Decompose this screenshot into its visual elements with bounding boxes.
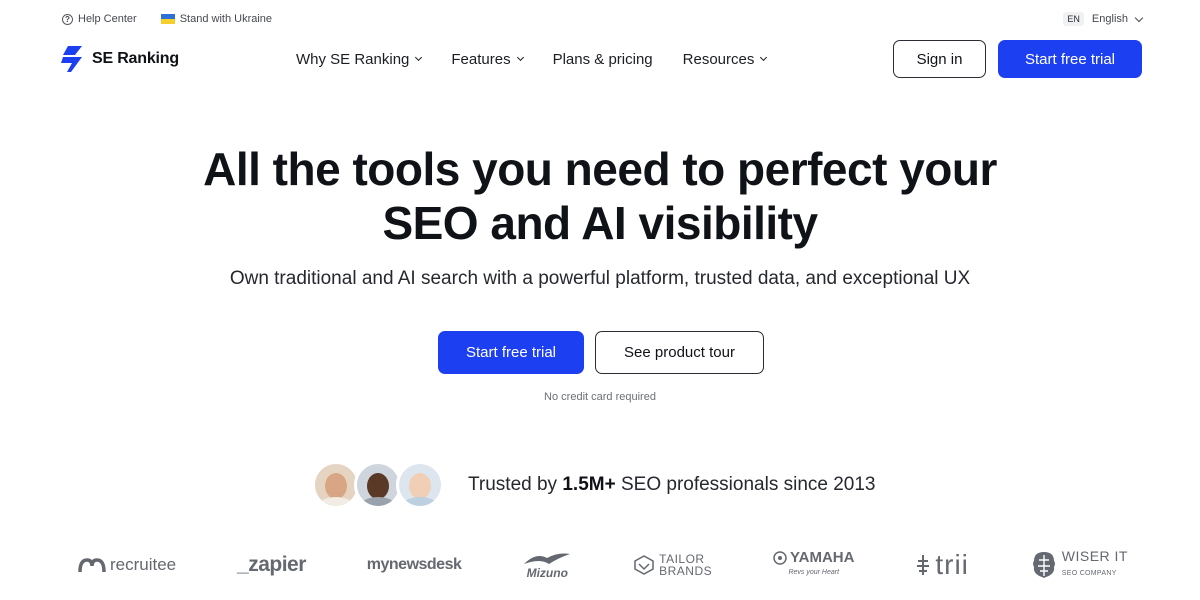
nav-label: Resources <box>682 50 755 68</box>
sign-in-button[interactable]: Sign in <box>893 40 986 78</box>
chevron-down-icon <box>760 53 768 62</box>
see-product-tour-button[interactable]: See product tour <box>595 331 764 374</box>
hero-start-free-trial-button[interactable]: Start free trial <box>438 331 584 374</box>
language-selector[interactable]: EN English <box>1063 12 1144 26</box>
nav-plans-pricing[interactable]: Plans & pricing <box>553 51 653 68</box>
chevron-down-icon <box>1134 13 1144 22</box>
brand-name: SE Ranking <box>92 50 179 67</box>
zapier-logo: _zapier <box>237 553 306 577</box>
mizuno-logo: Mizuno <box>522 550 572 580</box>
start-free-trial-button[interactable]: Start free trial <box>998 40 1142 78</box>
tailor-label-2: BRANDS <box>659 564 713 578</box>
mizuno-label: Mizuno <box>526 566 568 580</box>
trusted-section: Trusted by 1.5M+ SEO professionals since… <box>312 461 876 509</box>
trusted-prefix: Trusted by <box>468 474 558 495</box>
hero-title: All the tools you need to perfect your S… <box>0 142 1200 250</box>
ukraine-label: Stand with Ukraine <box>179 13 273 25</box>
nav-resources[interactable]: Resources <box>682 50 768 68</box>
yamaha-tuning-fork-icon <box>773 550 787 565</box>
recruitee-label: recruitee <box>110 555 177 574</box>
hero-title-line2: SEO and AI visibility <box>382 197 818 249</box>
main-header: SE Ranking Why SE Ranking Features Plans… <box>60 40 1142 78</box>
help-center-link[interactable]: ? Help Center <box>62 13 137 25</box>
no-credit-card-note: No credit card required <box>544 391 656 403</box>
help-circle-icon: ? <box>62 13 73 25</box>
recruitee-logo: recruitee <box>78 555 176 575</box>
hero-title-line1: All the tools you need to perfect your <box>203 143 997 195</box>
wiser-sub-label: SEO COMPANY <box>1061 570 1117 577</box>
main-nav: Why SE Ranking Features Plans & pricing … <box>296 50 768 68</box>
nav-why-se-ranking[interactable]: Why SE Ranking <box>296 50 423 68</box>
utility-bar: ? Help Center Stand with Ukraine EN Engl… <box>62 10 1144 28</box>
chevron-down-icon <box>415 53 423 62</box>
language-code: EN <box>1063 12 1084 26</box>
nav-features[interactable]: Features <box>451 50 524 68</box>
yamaha-label: YAMAHA <box>790 549 855 566</box>
client-logos: recruitee _zapier mynewsdesk Mizuno TAIL… <box>78 545 1128 585</box>
nav-label: Features <box>451 50 511 68</box>
trii-tree-icon <box>917 555 930 575</box>
mynewsdesk-label: mynewsdesk <box>366 556 462 573</box>
hero-subtitle: Own traditional and AI search with a pow… <box>229 268 971 289</box>
hero-cta-group: Start free trial See product tour <box>438 331 764 374</box>
avatar-group <box>312 461 444 509</box>
header-actions: Sign in Start free trial <box>893 40 1142 78</box>
language-label: English <box>1091 13 1128 25</box>
yamaha-tagline: Revs your Heart <box>788 569 840 576</box>
wiser-it-logo: WISER IT SEO COMPANY <box>1030 549 1128 581</box>
zapier-label: _zapier <box>237 553 306 576</box>
trusted-count: 1.5M+ <box>562 474 616 495</box>
nav-label: Plans & pricing <box>552 50 653 68</box>
avatar <box>396 461 444 509</box>
trii-label: trii <box>935 549 969 580</box>
nav-label: Why SE Ranking <box>296 50 410 68</box>
help-center-label: Help Center <box>78 13 137 25</box>
trusted-suffix: SEO professionals since 2013 <box>620 474 876 495</box>
trusted-text: Trusted by 1.5M+ SEO professionals since… <box>468 474 876 496</box>
trii-logo: trii <box>915 549 969 581</box>
wiser-it-brain-icon <box>1032 552 1055 578</box>
recruitee-mark-icon <box>78 558 106 573</box>
wiser-label: WISER IT <box>1061 548 1128 564</box>
avatar <box>312 461 360 509</box>
brand-logo[interactable]: SE Ranking <box>60 45 179 73</box>
tailor-brands-mark-icon <box>634 555 654 575</box>
ukraine-link[interactable]: Stand with Ukraine <box>160 13 273 25</box>
mizuno-runbird-icon <box>524 553 571 564</box>
page: ? Help Center Stand with Ukraine EN Engl… <box>0 0 1200 600</box>
ukraine-flag-icon <box>160 14 175 24</box>
yamaha-logo: YAMAHA Revs your Heart <box>773 550 854 580</box>
mynewsdesk-logo: mynewsdesk <box>367 556 462 574</box>
avatar <box>354 461 402 509</box>
tailor-brands-logo: TAILOR BRANDS <box>633 553 712 577</box>
se-ranking-logo-icon <box>61 46 82 72</box>
chevron-down-icon <box>516 53 524 62</box>
